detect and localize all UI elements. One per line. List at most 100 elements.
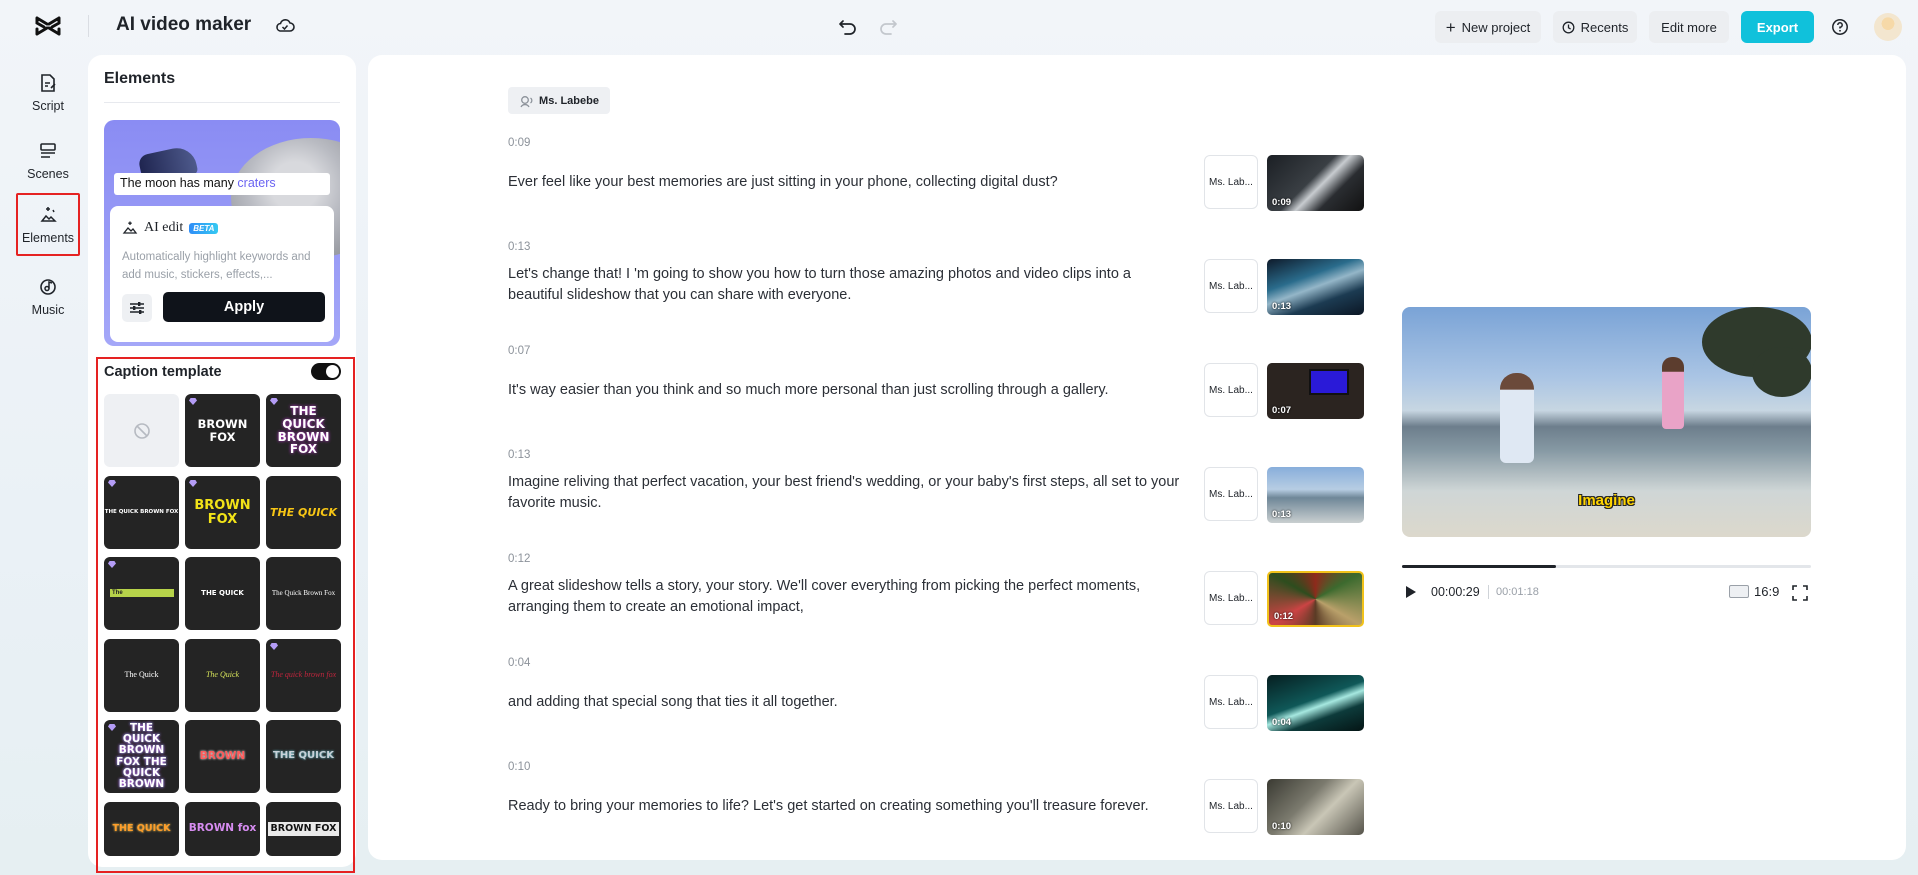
scene-duration: 0:09 [508,137,531,149]
scene-text[interactable]: Imagine reliving that perfect vacation, … [508,472,1188,514]
sliders-icon [130,302,144,314]
premium-icon [108,561,116,568]
scene-text[interactable]: It's way easier than you think and so mu… [508,380,1188,401]
top-bar: AI video maker + New project Recents Edi… [0,0,1918,53]
scene-text[interactable]: Ready to bring your memories to life? Le… [508,796,1188,817]
child-figure [1500,373,1534,463]
voice-icon [520,95,533,107]
scene-voice-button[interactable]: Ms. Lab... [1204,779,1258,833]
playback-progress-fill [1402,565,1556,568]
fullscreen-icon[interactable] [1791,584,1809,602]
premium-icon [189,398,197,405]
scene-duration: 0:13 [508,241,531,253]
caption-template[interactable]: The Quick [185,639,260,712]
caption-template[interactable]: THE QUICK [185,557,260,630]
caption-template[interactable]: THE QUICK BROWN FOX THE QUICK BROWN [104,720,179,793]
caption-preview-text: The moon has many craters [114,173,330,195]
panel-divider [104,102,340,103]
caption-template[interactable]: BROWN fox [185,802,260,856]
cloud-save-icon[interactable] [275,17,295,35]
undo-icon[interactable] [838,17,858,35]
ai-edit-icon [122,221,138,234]
script-icon [41,74,56,92]
caption-template[interactable]: THE QUICK [104,802,179,856]
caption-template-title: Caption template [104,364,222,380]
scene-voice-button[interactable]: Ms. Lab... [1204,571,1258,625]
title-divider [88,15,89,37]
scene-thumbnail[interactable]: 0:12 [1267,571,1364,627]
palm-tree [1752,347,1811,397]
ai-edit-box: AI edit BETA Automatically highlight key… [110,206,334,342]
video-preview[interactable]: Imagine [1402,307,1811,537]
caption-template[interactable]: BROWN FOX [185,394,260,467]
rail-item-scenes[interactable]: Scenes [16,130,80,192]
child-figure [1662,357,1684,429]
premium-icon [189,480,197,487]
caption-template[interactable]: BROWN [185,720,260,793]
scene-thumbnail[interactable]: 0:13 [1267,467,1364,523]
edit-more-button[interactable]: Edit more [1649,11,1729,43]
scene-duration: 0:04 [508,657,531,669]
caption-template[interactable]: The [104,557,179,630]
caption-template[interactable]: BROWN FOX [266,802,341,856]
scene-voice-button[interactable]: Ms. Lab... [1204,259,1258,313]
rail-item-music[interactable]: Music [16,266,80,328]
scene-duration: 0:10 [508,761,531,773]
playback-progress[interactable] [1402,565,1811,568]
preview-caption: Imagine [1578,492,1635,509]
scene-thumbnail[interactable]: 0:07 [1267,363,1364,419]
rail-item-script[interactable]: Script [16,62,80,124]
scene-voice-button[interactable]: Ms. Lab... [1204,155,1258,209]
caption-template[interactable]: The quick brown fox [266,639,341,712]
scene-thumbnail[interactable]: 0:13 [1267,259,1364,315]
caption-template[interactable]: THE QUICK [266,720,341,793]
scene-thumbnail[interactable]: 0:04 [1267,675,1364,731]
premium-icon [270,398,278,405]
scene-thumbnail[interactable]: 0:10 [1267,779,1364,835]
scene-duration: 0:12 [508,553,531,565]
scene-voice-button[interactable]: Ms. Lab... [1204,467,1258,521]
caption-template[interactable]: THE QUICK BROWN FOX [266,394,341,467]
caption-keyword: craters [237,176,276,190]
ai-edit-card: The moon has many craters AI edit BETA A… [104,120,340,346]
ai-edit-header: AI edit BETA [122,220,219,236]
help-icon[interactable] [1831,18,1849,36]
scene-text[interactable]: and adding that special song that ties i… [508,692,1188,713]
app-title: AI video maker [116,14,252,35]
scene-text[interactable]: Let's change that! I 'm going to show yo… [508,264,1188,306]
capcut-logo-icon[interactable] [34,15,62,37]
scene-voice-button[interactable]: Ms. Lab... [1204,675,1258,729]
caption-template[interactable]: THE QUICK BROWN FOX [104,476,179,549]
ai-settings-button[interactable] [122,294,152,322]
recents-button[interactable]: Recents [1553,11,1637,43]
play-icon[interactable] [1402,584,1418,600]
caption-template-none[interactable] [104,394,179,467]
no-template-icon [133,422,150,439]
caption-template[interactable]: THE QUICK [266,476,341,549]
export-button[interactable]: Export [1741,11,1814,43]
time-divider [1488,585,1489,599]
caption-template[interactable]: The Quick [104,639,179,712]
speaker-chip[interactable]: Ms. Labebe [508,87,610,114]
total-time: 00:01:18 [1496,586,1539,598]
apply-button[interactable]: Apply [163,292,325,322]
tv-screen [1309,369,1349,395]
caption-template[interactable]: The Quick Brown Fox [266,557,341,630]
new-project-button[interactable]: + New project [1435,11,1541,43]
scene-text[interactable]: Ever feel like your best memories are ju… [508,172,1188,193]
scene-thumbnail[interactable]: 0:09 [1267,155,1364,211]
rail-item-elements[interactable]: Elements [16,193,80,256]
redo-icon[interactable] [878,17,898,35]
aspect-ratio-button[interactable]: 16:9 [1729,584,1779,599]
user-avatar[interactable] [1874,13,1902,41]
caption-template[interactable]: BROWN FOX [185,476,260,549]
caption-template-toggle[interactable] [311,363,341,380]
beta-badge: BETA [189,222,219,234]
scene-text[interactable]: A great slideshow tells a story, your st… [508,576,1188,618]
premium-icon [270,643,278,650]
ai-edit-description: Automatically highlight keywords and add… [122,251,311,281]
scene-voice-button[interactable]: Ms. Lab... [1204,363,1258,417]
clock-icon [1562,21,1575,33]
scenes-icon [40,143,56,158]
scene-duration: 0:13 [508,449,531,461]
